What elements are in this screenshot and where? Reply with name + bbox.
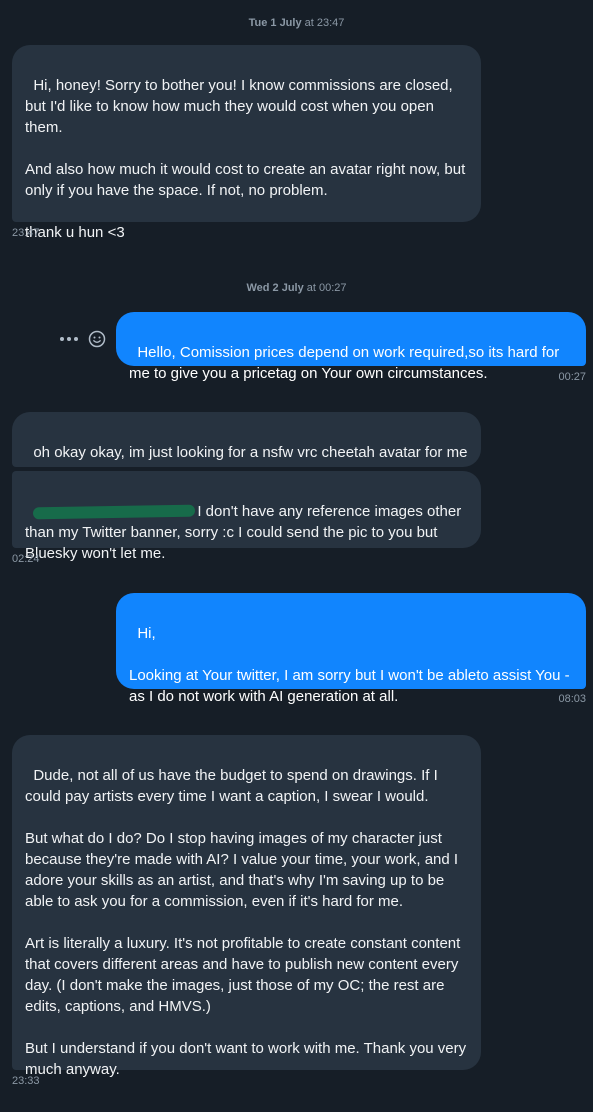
date-separator: Wed 2 July at 00:27	[0, 281, 593, 295]
date-separator-day: Tue 1 July	[248, 17, 302, 29]
redaction-mark	[33, 504, 196, 520]
message-bubble-incoming[interactable]: I don't have any reference images other …	[12, 471, 481, 562]
message-actions	[60, 330, 106, 348]
message-bubble-outgoing[interactable]: Hello, Comission prices depend on work r…	[116, 312, 586, 382]
message-timestamp: 02:24	[12, 553, 40, 565]
message-text: oh okay okay, im just looking for a nsfw…	[33, 444, 468, 461]
message-text: Dude, not all of us have the budget to s…	[25, 767, 467, 1078]
message-bubble-outgoing[interactable]: Hi, Looking at Your twitter, I am sorry …	[116, 593, 586, 705]
date-separator-day: Wed 2 July	[246, 282, 304, 294]
date-separator-time: at 00:27	[303, 282, 347, 294]
emoji-reaction-icon[interactable]	[88, 330, 106, 348]
message-timestamp: 08:03	[558, 693, 586, 705]
more-options-icon[interactable]	[60, 337, 78, 341]
message-text: Hello, Comission prices depend on work r…	[129, 344, 564, 382]
date-separator: Tue 1 July at 23:47	[0, 16, 593, 30]
message-timestamp: 23:47	[12, 227, 40, 239]
message-bubble-incoming[interactable]: Dude, not all of us have the budget to s…	[12, 735, 481, 1078]
date-separator-time: at 23:47	[301, 17, 345, 29]
message-text: Hi, Looking at Your twitter, I am sorry …	[129, 625, 570, 705]
message-timestamp: 23:33	[12, 1075, 40, 1087]
message-bubble-incoming[interactable]: Hi, honey! Sorry to bother you! I know c…	[12, 45, 481, 241]
message-timestamp: 00:27	[558, 371, 586, 383]
message-text: Hi, honey! Sorry to bother you! I know c…	[25, 77, 466, 241]
message-bubble-incoming[interactable]: oh okay okay, im just looking for a nsfw…	[12, 412, 481, 467]
